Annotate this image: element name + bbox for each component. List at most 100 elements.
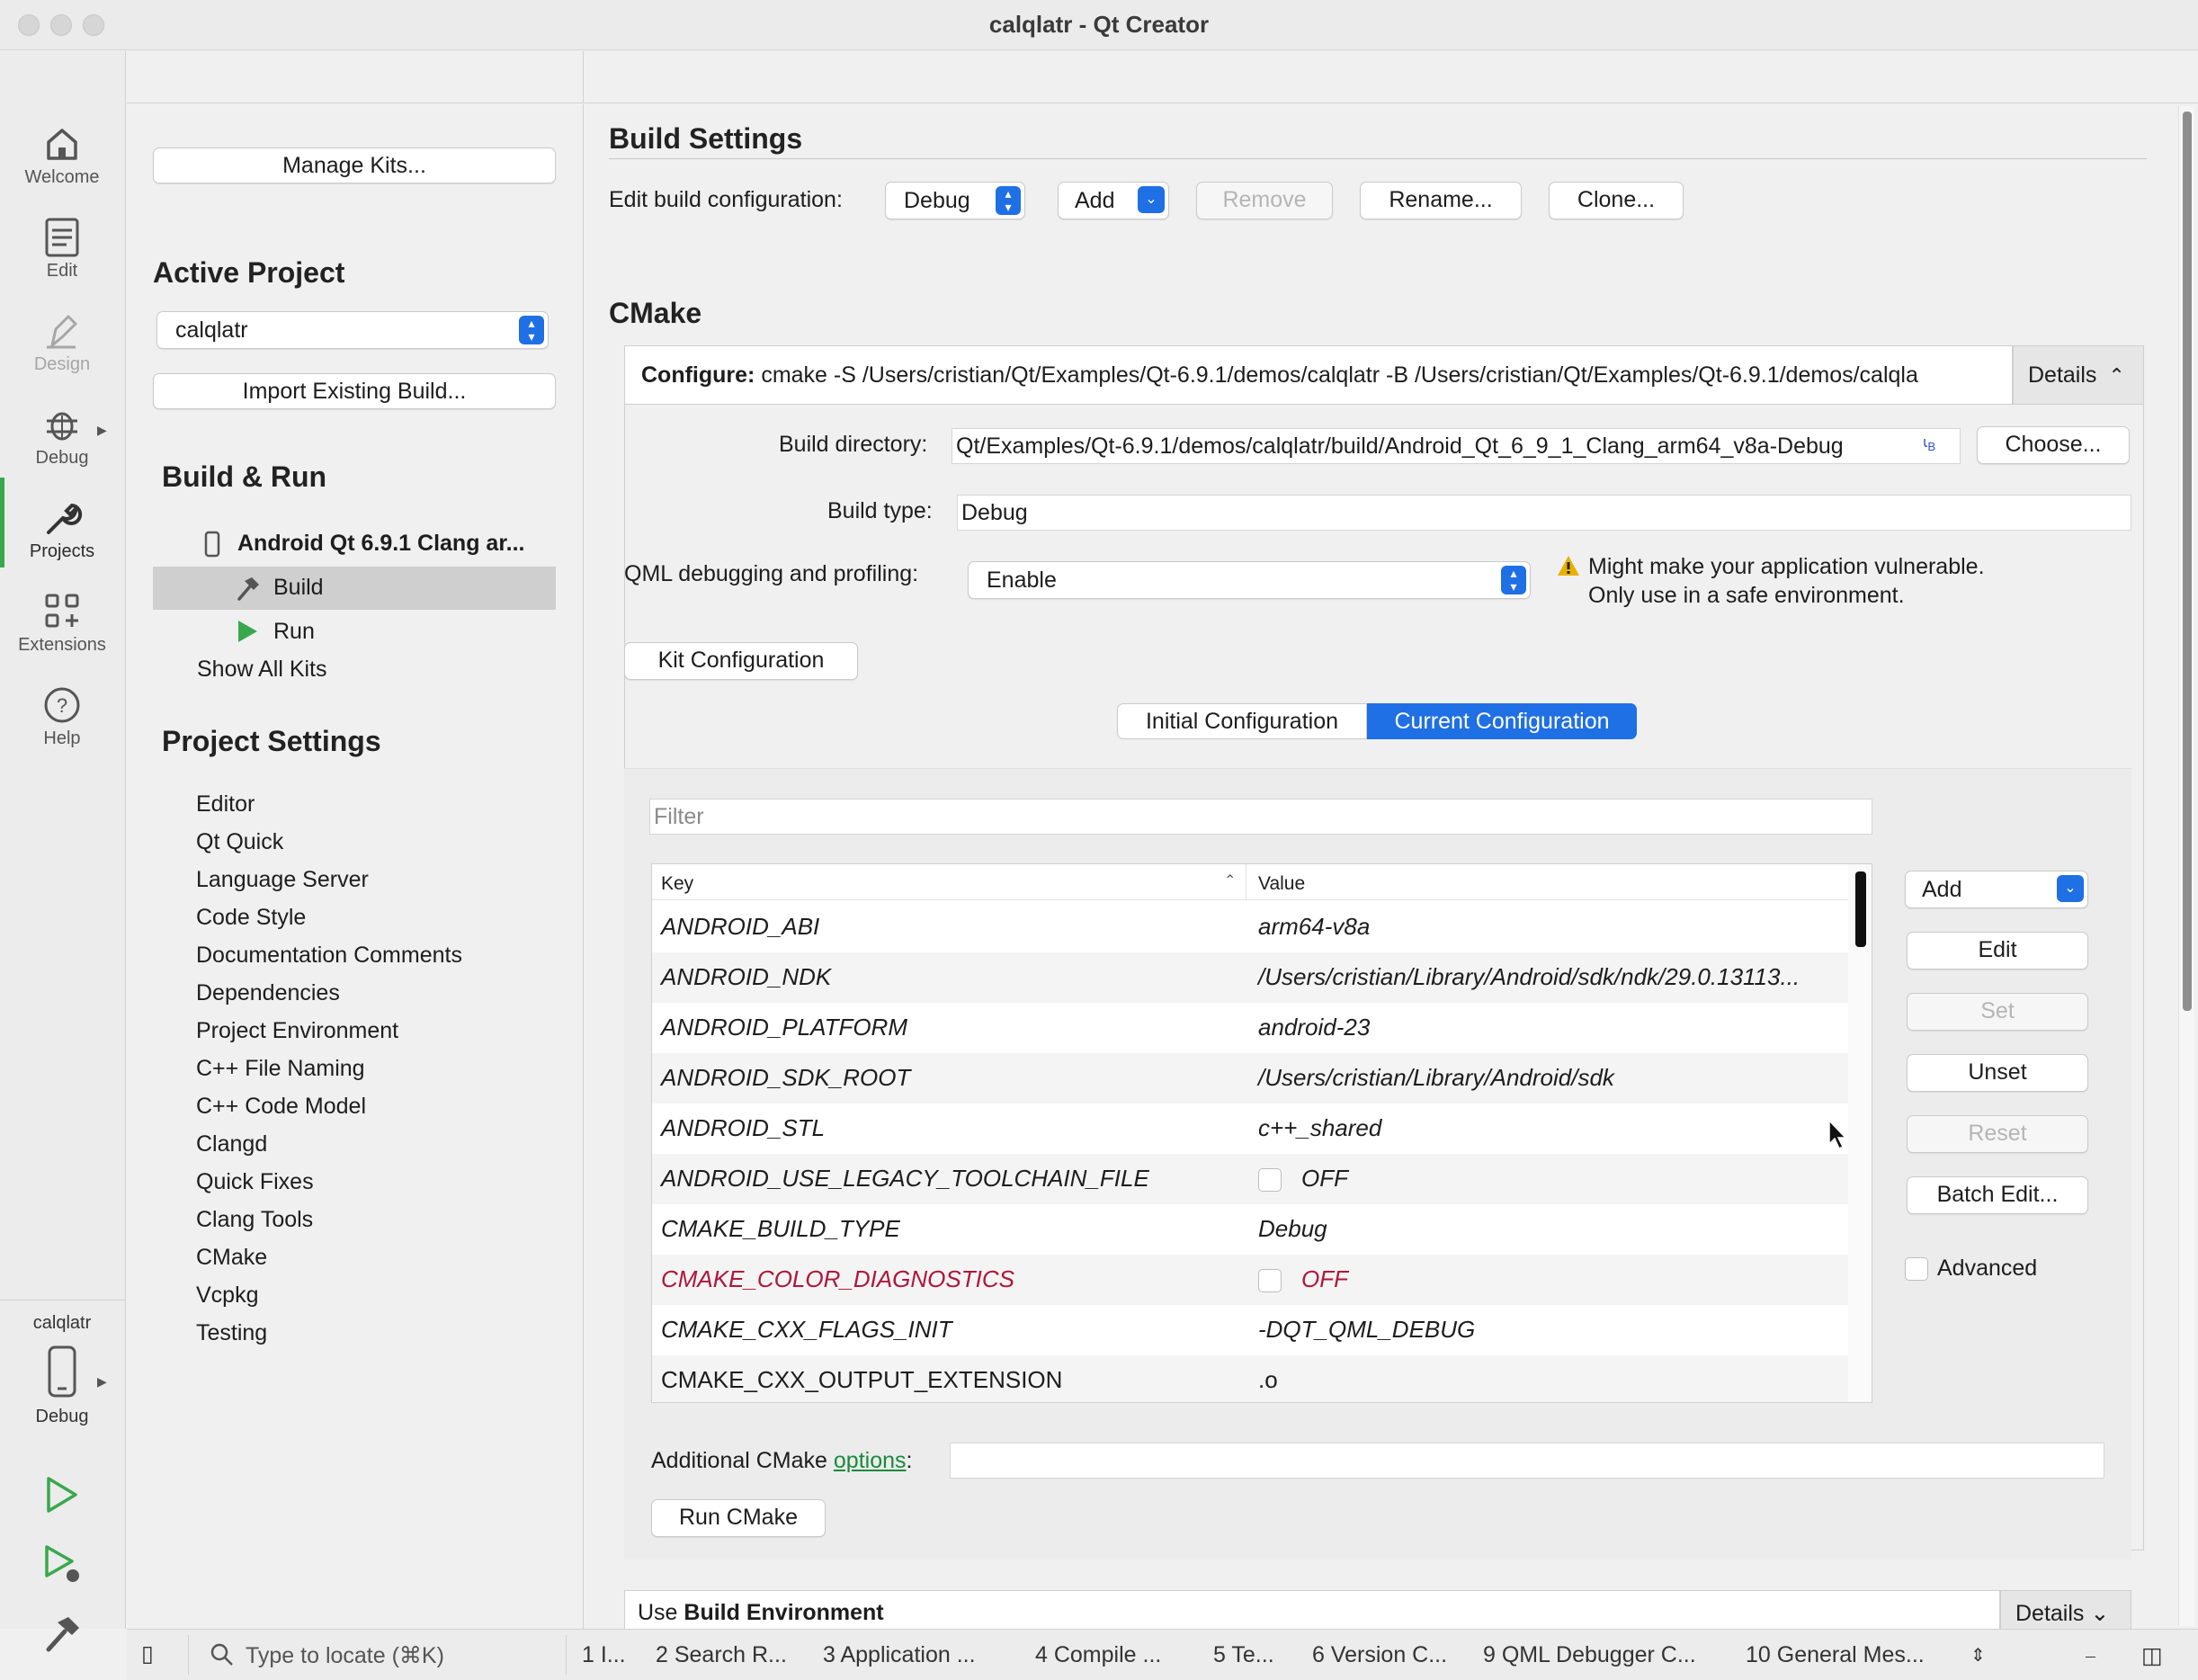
- build-env-details-toggle[interactable]: Details ⌄: [2000, 1590, 2131, 1630]
- pane-compile-output[interactable]: 4 Compile ...: [1035, 1642, 1161, 1668]
- settings-item-quick-fixes[interactable]: Quick Fixes: [196, 1169, 314, 1195]
- configure-details-toggle[interactable]: Details ⌃: [2013, 345, 2144, 405]
- rename-config-button[interactable]: Rename...: [1360, 182, 1522, 219]
- settings-item-code-style[interactable]: Code Style: [196, 905, 306, 931]
- row-checkbox[interactable]: [1258, 1269, 1282, 1293]
- pane-application-output[interactable]: 3 Application ...: [823, 1642, 976, 1668]
- settings-item-cpp-file-naming[interactable]: C++ File Naming: [196, 1056, 365, 1082]
- qml-debugging-combo[interactable]: Enable ▴ ▾: [968, 561, 1531, 599]
- show-all-kits-link[interactable]: Show All Kits: [197, 657, 327, 683]
- remove-config-button[interactable]: Remove: [1196, 182, 1333, 219]
- locate-input[interactable]: Type to locate (⌘K): [246, 1642, 444, 1669]
- pane-qml-debugger-console[interactable]: 9 QML Debugger C...: [1483, 1642, 1696, 1668]
- build-type-field[interactable]: Debug: [957, 495, 2131, 531]
- table-row[interactable]: ANDROID_SDK_ROOT /Users/cristian/Library…: [652, 1053, 1848, 1104]
- more-panes-icon[interactable]: ⇕: [1970, 1644, 1986, 1667]
- settings-item-cpp-code-model[interactable]: C++ Code Model: [196, 1094, 366, 1120]
- row-value: -DQT_QML_DEBUG: [1258, 1316, 1476, 1343]
- table-scrollbar[interactable]: [1848, 864, 1872, 1402]
- reset-variable-button[interactable]: Reset: [1907, 1115, 2088, 1153]
- main-scrollbar[interactable]: [2178, 106, 2194, 1626]
- settings-item-language-server[interactable]: Language Server: [196, 867, 369, 893]
- mode-help[interactable]: ? Help: [0, 684, 124, 770]
- settings-item-documentation-comments[interactable]: Documentation Comments: [196, 943, 462, 969]
- mode-welcome[interactable]: Welcome: [0, 122, 124, 209]
- table-row-modified[interactable]: CMAKE_COLOR_DIAGNOSTICS OFF: [652, 1255, 1848, 1305]
- build-item-selected[interactable]: Build: [153, 567, 556, 610]
- settings-item-project-environment[interactable]: Project Environment: [196, 1018, 398, 1044]
- run-icon[interactable]: [43, 1475, 79, 1515]
- mode-design[interactable]: Design: [0, 309, 124, 396]
- main-scrollbar-thumb[interactable]: [2183, 112, 2192, 1011]
- progress-details-icon[interactable]: ⎯: [2086, 1644, 2095, 1667]
- import-existing-build-button[interactable]: Import Existing Build...: [153, 373, 556, 409]
- settings-item-testing[interactable]: Testing: [196, 1320, 267, 1346]
- qml-debugging-value: Enable: [987, 567, 1057, 593]
- add-config-button[interactable]: Add ⌄: [1058, 182, 1169, 219]
- build-config-combo[interactable]: Debug ▴ ▾: [885, 182, 1025, 219]
- column-header-key[interactable]: Key: [661, 873, 693, 895]
- path-variable-icon[interactable]: ⍳B: [1923, 433, 1935, 453]
- unset-variable-button[interactable]: Unset: [1907, 1054, 2088, 1092]
- right-sidebar-toggle-icon[interactable]: ◫: [2141, 1642, 2163, 1669]
- configure-summary: Configure: cmake -S /Users/cristian/Qt/E…: [624, 345, 2013, 405]
- build-directory-field[interactable]: Qt/Examples/Qt-6.9.1/demos/calqlatr/buil…: [952, 428, 1961, 464]
- table-row[interactable]: ANDROID_STL c++_shared: [652, 1104, 1848, 1154]
- build-type-label: Build type:: [827, 498, 933, 523]
- mode-edit[interactable]: Edit: [0, 216, 124, 302]
- table-row[interactable]: CMAKE_BUILD_TYPE Debug: [652, 1204, 1848, 1255]
- filter-input[interactable]: Filter: [649, 799, 1872, 835]
- add-variable-button[interactable]: Add ⌄: [1905, 871, 2088, 908]
- table-row[interactable]: ANDROID_PLATFORM android-23: [652, 1003, 1848, 1053]
- additional-options-input[interactable]: [950, 1443, 2104, 1479]
- debug-run-icon[interactable]: [43, 1543, 85, 1586]
- settings-item-cmake[interactable]: CMake: [196, 1245, 267, 1271]
- sort-ascending-icon: ⌃: [1224, 873, 1237, 889]
- clone-config-button[interactable]: Clone...: [1549, 182, 1684, 219]
- table-row[interactable]: ANDROID_ABI arm64-v8a: [652, 902, 1848, 952]
- choose-directory-button[interactable]: Choose...: [1977, 426, 2130, 464]
- column-header-value[interactable]: Value: [1258, 873, 1305, 895]
- bug-icon: [47, 412, 77, 441]
- settings-item-dependencies[interactable]: Dependencies: [196, 980, 340, 1006]
- row-key: CMAKE_CXX_OUTPUT_EXTENSION: [661, 1366, 1063, 1393]
- table-row[interactable]: ANDROID_NDK /Users/cristian/Library/Andr…: [652, 952, 1848, 1003]
- settings-item-vcpkg[interactable]: Vcpkg: [196, 1282, 258, 1309]
- run-cmake-button[interactable]: Run CMake: [651, 1499, 826, 1537]
- edit-variable-button[interactable]: Edit: [1907, 932, 2088, 970]
- pane-general-messages[interactable]: 10 General Mes...: [1746, 1642, 1925, 1668]
- advanced-checkbox[interactable]: Advanced: [1905, 1256, 2037, 1284]
- mode-projects[interactable]: Projects: [0, 496, 124, 583]
- pane-search-results[interactable]: 2 Search R...: [656, 1642, 787, 1668]
- table-row[interactable]: CMAKE_CXX_OUTPUT_EXTENSION .o: [652, 1355, 1848, 1402]
- table-row[interactable]: ANDROID_USE_LEGACY_TOOLCHAIN_FILE OFF: [652, 1154, 1848, 1204]
- mode-debug[interactable]: Debug: [0, 403, 124, 489]
- active-project-combo[interactable]: calqlatr ▴ ▾: [156, 311, 549, 349]
- set-variable-button[interactable]: Set: [1907, 993, 2088, 1031]
- pane-version-control[interactable]: 6 Version C...: [1312, 1642, 1447, 1668]
- mode-label: Edit: [46, 261, 78, 281]
- settings-item-clang-tools[interactable]: Clang Tools: [196, 1207, 313, 1233]
- tab-initial-configuration[interactable]: Initial Configuration: [1117, 703, 1367, 739]
- table-scrollbar-thumb[interactable]: [1855, 871, 1866, 947]
- kit-item[interactable]: Android Qt 6.9.1 Clang ar...: [200, 529, 559, 561]
- row-checkbox[interactable]: [1258, 1168, 1282, 1193]
- sidebar-toggle-icon[interactable]: ▯: [141, 1640, 154, 1667]
- manage-kits-button[interactable]: Manage Kits...: [153, 147, 556, 183]
- build-hammer-icon[interactable]: [41, 1612, 83, 1655]
- top-toolbar: [127, 51, 2198, 103]
- add-variable-label: Add: [1922, 877, 1962, 902]
- mode-extensions[interactable]: Extensions: [0, 590, 124, 676]
- table-row[interactable]: CMAKE_CXX_FLAGS_INIT -DQT_QML_DEBUG: [652, 1305, 1848, 1355]
- pane-test-results[interactable]: 5 Te...: [1213, 1642, 1274, 1668]
- settings-item-clangd[interactable]: Clangd: [196, 1131, 267, 1157]
- settings-item-qt-quick[interactable]: Qt Quick: [196, 829, 283, 855]
- options-link[interactable]: options: [834, 1448, 907, 1473]
- settings-item-editor[interactable]: Editor: [196, 791, 255, 818]
- batch-edit-button[interactable]: Batch Edit...: [1907, 1176, 2088, 1214]
- kit-configuration-button[interactable]: Kit Configuration: [624, 642, 858, 680]
- row-value: /Users/cristian/Library/Android/sdk/ndk/…: [1258, 963, 1800, 990]
- tab-current-configuration[interactable]: Current Configuration: [1367, 703, 1637, 739]
- run-item[interactable]: Run: [153, 613, 556, 649]
- pane-issues[interactable]: 1 I...: [582, 1642, 626, 1668]
